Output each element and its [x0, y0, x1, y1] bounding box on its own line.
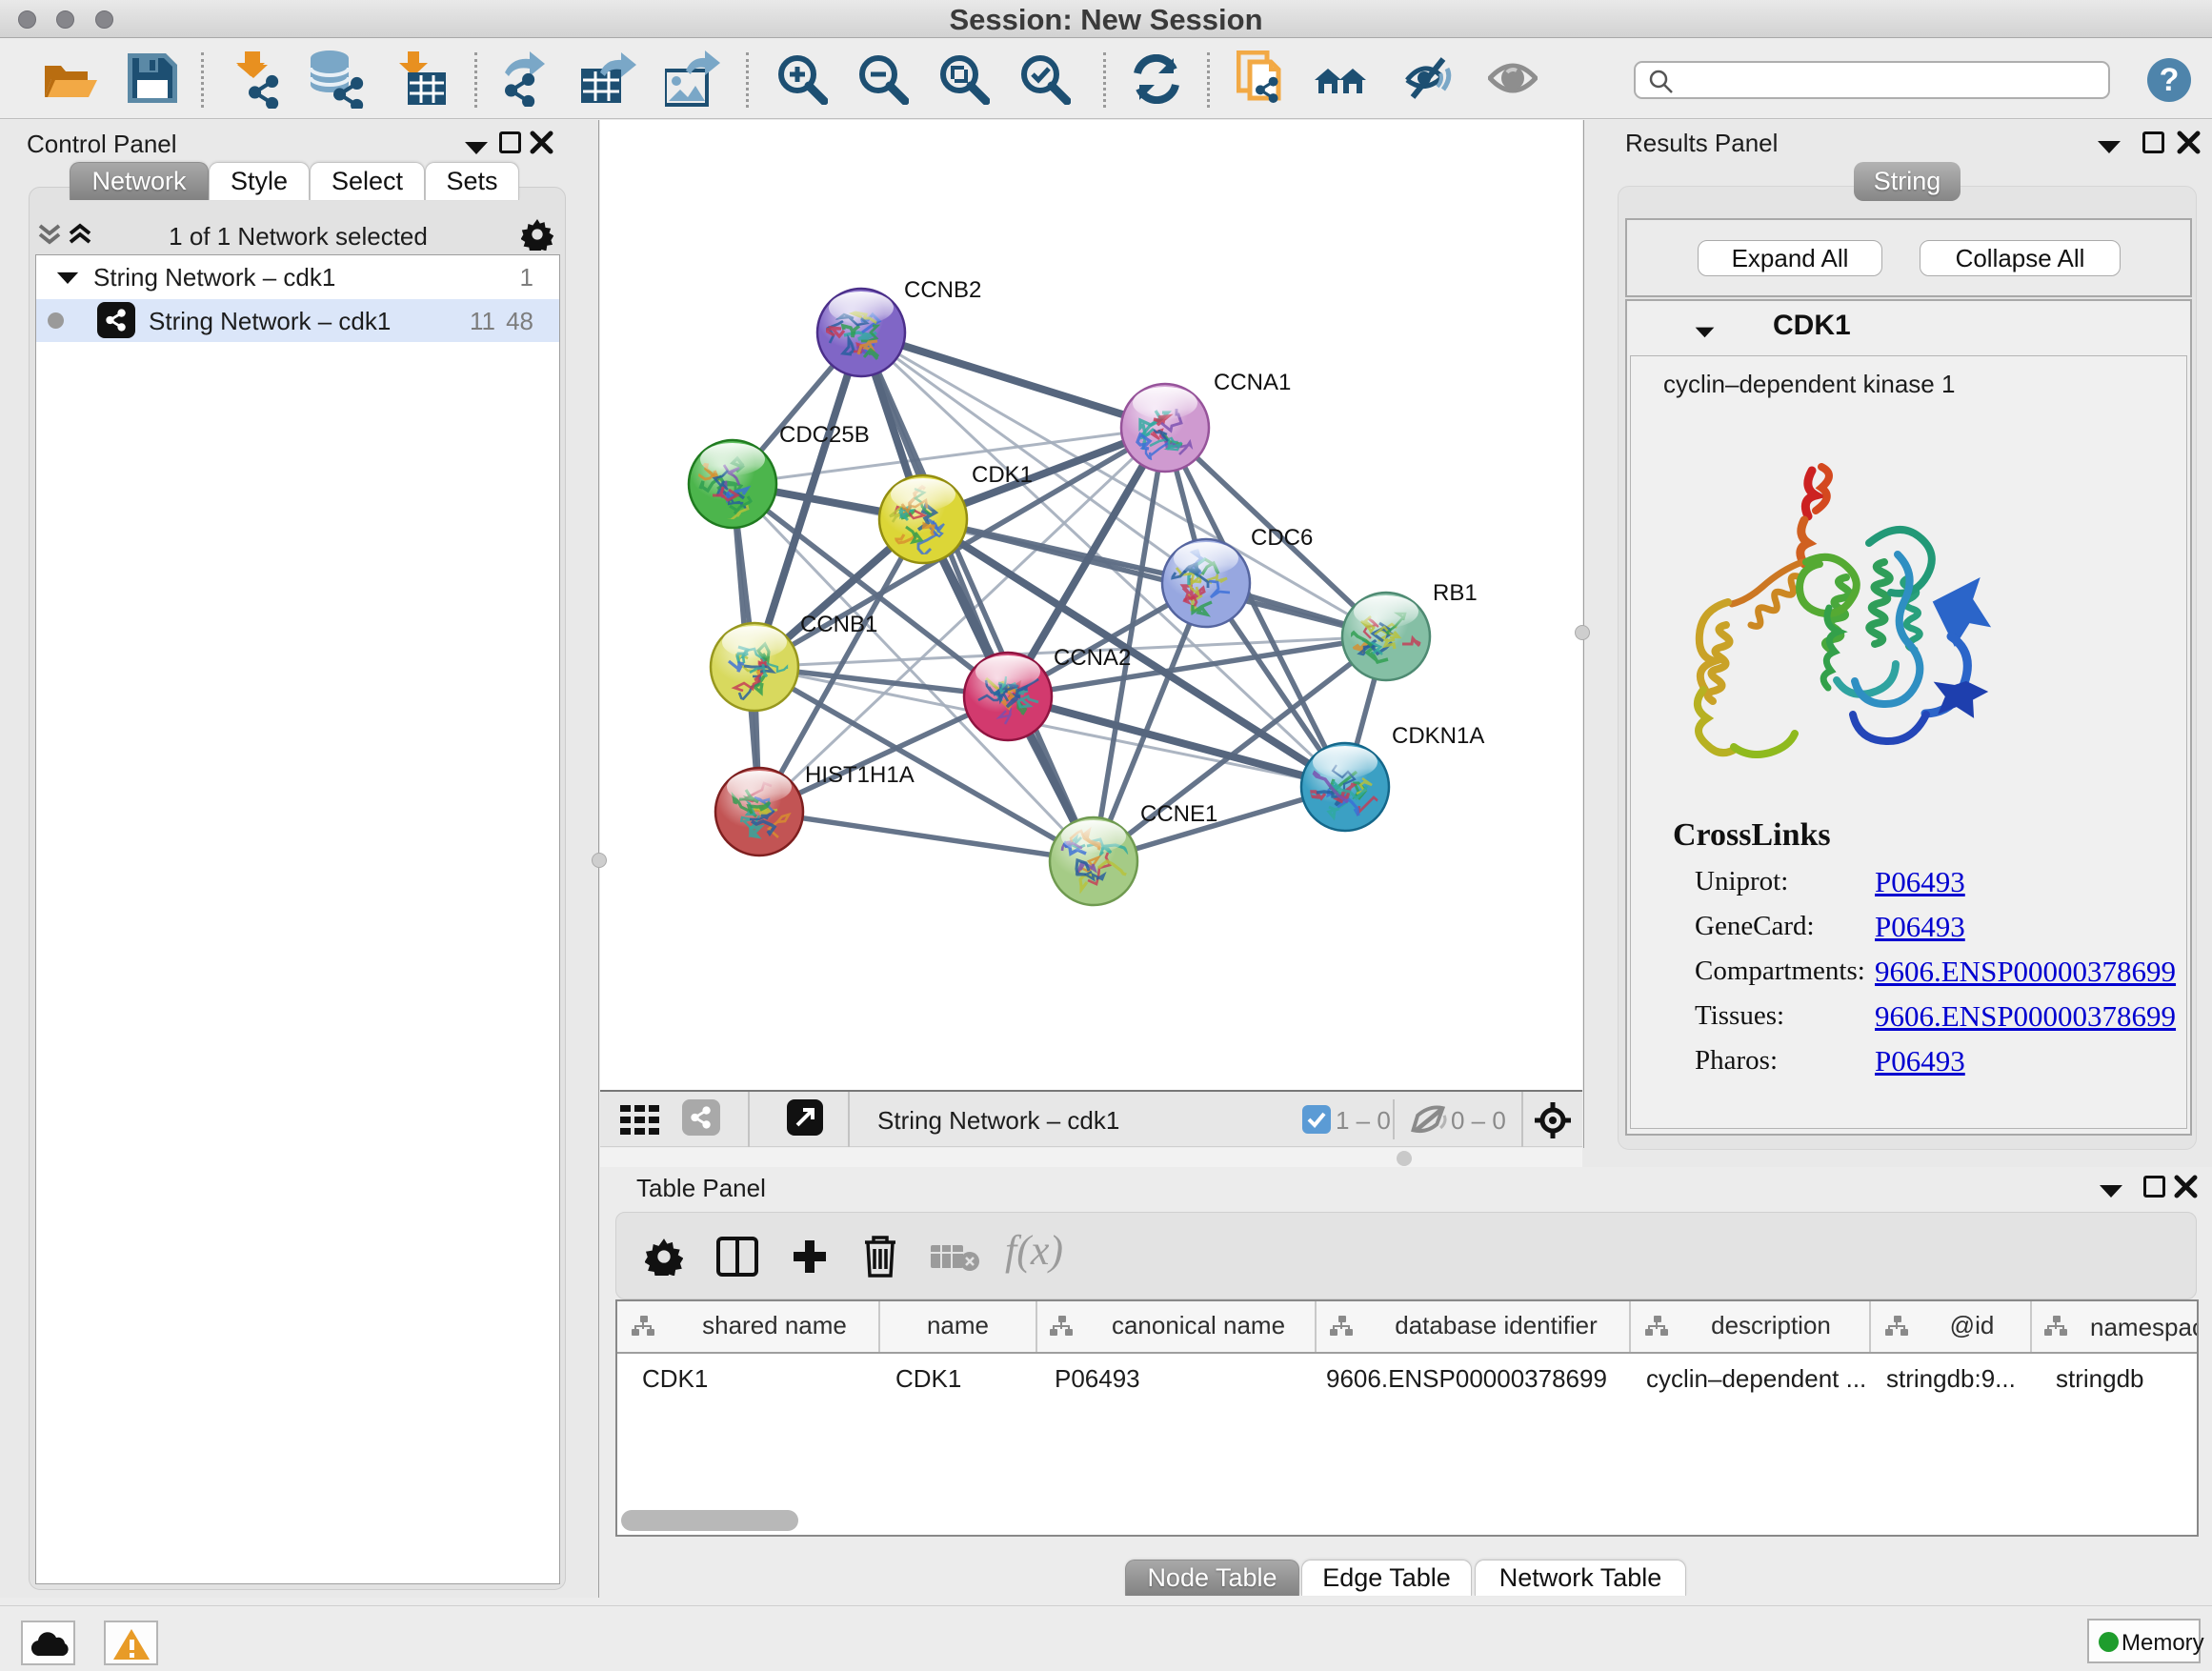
svg-text:CCNA1: CCNA1	[1214, 370, 1291, 395]
svg-text:CDKN1A: CDKN1A	[1392, 723, 1484, 749]
svg-text:HIST1H1A: HIST1H1A	[805, 762, 915, 788]
svg-text:CCNE1: CCNE1	[1140, 801, 1217, 827]
svg-text:CCNB1: CCNB1	[800, 612, 877, 637]
svg-text:CDC6: CDC6	[1251, 525, 1313, 551]
svg-text:CCNA2: CCNA2	[1054, 645, 1131, 671]
svg-text:CDC25B: CDC25B	[779, 422, 870, 448]
svg-text:CCNB2: CCNB2	[904, 277, 981, 303]
svg-text:RB1: RB1	[1433, 580, 1478, 606]
svg-text:CDK1: CDK1	[972, 462, 1033, 488]
